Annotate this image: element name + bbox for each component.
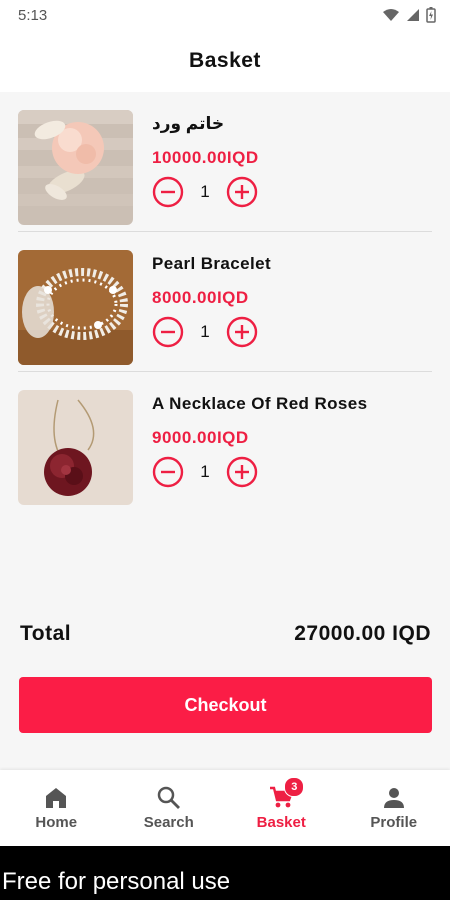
- bottom-nav: Home Search 3 Basket Profile: [0, 770, 450, 846]
- nav-label-search: Search: [143, 814, 194, 831]
- nav-label-home: Home: [35, 814, 78, 831]
- search-icon: [157, 786, 180, 809]
- cart-icon-wrapper: 3: [268, 777, 305, 811]
- product-image-flower-ring[interactable]: [18, 110, 133, 225]
- plus-icon[interactable]: [226, 456, 258, 488]
- product-image-rose-necklace[interactable]: [18, 390, 133, 505]
- home-icon: [46, 788, 67, 808]
- cart-item[interactable]: Pearl Bracelet 8000.00IQD 1: [18, 232, 432, 372]
- cart-list: خاتم ورد 10000.00IQD 1 Pearl Bracelet 80…: [0, 92, 450, 511]
- page-title: Basket: [189, 49, 261, 72]
- checkout-button[interactable]: Checkout: [19, 677, 432, 733]
- total-row: Total 27000.00 IQD: [20, 622, 431, 646]
- nav-label-basket: Basket: [256, 814, 306, 831]
- quantity-stepper: 1: [152, 316, 258, 348]
- status-icons: [382, 7, 436, 23]
- status-bar: 5:13: [0, 0, 450, 30]
- cart-item[interactable]: A Necklace Of Red Roses 9000.00IQD 1: [18, 372, 432, 511]
- cart-badge: 3: [284, 777, 305, 797]
- total-label: Total: [20, 622, 72, 645]
- nav-item-search[interactable]: Search: [113, 770, 226, 846]
- person-icon: [383, 788, 404, 808]
- quantity-value: 1: [200, 322, 210, 341]
- item-price: 10000.00IQD: [152, 148, 259, 167]
- nav-item-home[interactable]: Home: [0, 770, 113, 846]
- quantity-value: 1: [200, 462, 210, 481]
- plus-icon[interactable]: [226, 176, 258, 208]
- watermark-bar: Free for personal use: [0, 846, 450, 900]
- product-image-pearl-bracelet[interactable]: [18, 250, 133, 365]
- item-price: 9000.00IQD: [152, 428, 249, 447]
- item-name: Pearl Bracelet: [152, 254, 272, 273]
- minus-icon[interactable]: [152, 316, 184, 348]
- watermark-text: Free for personal use: [2, 868, 231, 895]
- item-name: خاتم ورد: [152, 114, 225, 133]
- quantity-value: 1: [200, 182, 210, 201]
- cart-item[interactable]: خاتم ورد 10000.00IQD 1: [18, 92, 432, 232]
- quantity-stepper: 1: [152, 176, 258, 208]
- minus-icon[interactable]: [152, 456, 184, 488]
- quantity-stepper: 1: [152, 456, 258, 488]
- nav-item-profile[interactable]: Profile: [338, 770, 450, 846]
- app-bar: Basket: [0, 30, 450, 92]
- signal-icon: [407, 9, 419, 21]
- nav-item-basket[interactable]: 3 Basket: [225, 770, 338, 846]
- item-name: A Necklace Of Red Roses: [152, 394, 368, 413]
- item-price: 8000.00IQD: [152, 288, 249, 307]
- status-time: 5:13: [18, 6, 48, 24]
- nav-label-profile: Profile: [370, 814, 418, 831]
- wifi-icon: [383, 9, 399, 21]
- total-value: 27000.00 IQD: [294, 622, 431, 645]
- minus-icon[interactable]: [152, 176, 184, 208]
- plus-icon[interactable]: [226, 316, 258, 348]
- battery-icon: [426, 7, 436, 23]
